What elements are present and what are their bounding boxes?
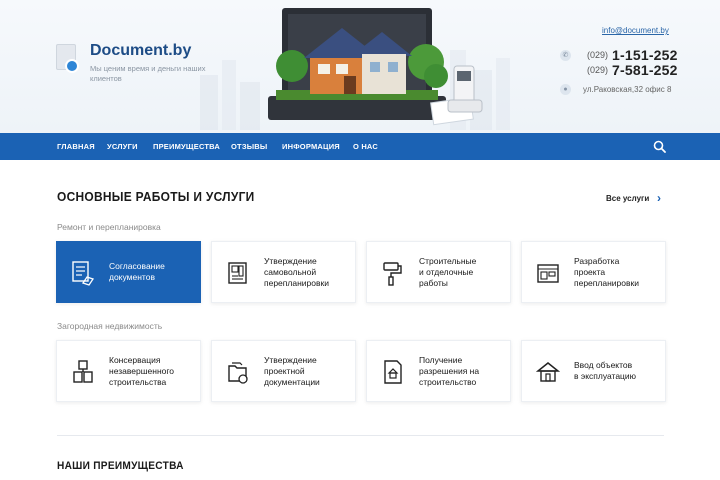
nav-item-advantages[interactable]: ПРЕИМУЩЕСТВА <box>153 133 220 160</box>
nav-item-services[interactable]: УСЛУГИ <box>107 133 138 160</box>
advantages-section-title: НАШИ ПРЕИМУЩЕСТВА <box>57 460 184 472</box>
service-card-label: Согласование документов <box>109 261 165 282</box>
service-card-label: Разработка проекта перепланировки <box>574 255 639 288</box>
all-services-link[interactable]: Все услуги <box>606 194 649 203</box>
phone-icon: ✆ <box>560 49 571 61</box>
logo-icon[interactable] <box>56 44 79 73</box>
nav-item-about[interactable]: О НАС <box>353 133 378 160</box>
project-docs-icon <box>228 362 248 384</box>
service-card-document-approval[interactable]: Согласование документов <box>56 241 201 303</box>
phone-row-1: ✆ (029) 1-151-252 <box>560 47 678 63</box>
group-label-country-property: Загородная недвижимость <box>57 321 163 331</box>
tagline: Мы ценим время и деньги наших клиентов <box>90 64 206 83</box>
paint-roller-icon <box>383 262 402 286</box>
house-commissioning-icon <box>536 362 560 382</box>
service-card-label: Консервация незавершенного строительства <box>109 354 175 387</box>
service-card-label: Утверждение проектной документации <box>264 354 320 387</box>
service-card-label: Утверждение самовольной перепланировки <box>264 255 329 288</box>
service-card-commissioning[interactable]: Ввод объектов в эксплуатацию <box>521 340 666 402</box>
location-pin-icon: ● <box>560 84 571 95</box>
phone-icon-placeholder <box>560 65 571 76</box>
construction-icon <box>73 360 93 383</box>
service-card-label: Ввод объектов в эксплуатацию <box>574 360 637 381</box>
service-card-unauthorized-replanning[interactable]: Утверждение самовольной перепланировки <box>211 241 356 303</box>
phone-row-2: (029) 7-581-252 <box>560 62 678 78</box>
chevron-right-icon[interactable]: › <box>657 191 661 205</box>
service-card-building-permit[interactable]: Получение разрешения на строительство <box>366 340 511 402</box>
service-card-project-docs-approval[interactable]: Утверждение проектной документации <box>211 340 356 402</box>
service-card-construction-finishing[interactable]: Строительные и отделочные работы <box>366 241 511 303</box>
search-icon[interactable] <box>653 140 666 153</box>
nav-item-home[interactable]: ГЛАВНАЯ <box>57 133 95 160</box>
building-permit-icon <box>384 360 402 384</box>
service-card-label: Строительные и отделочные работы <box>419 255 477 288</box>
address-row: ● ул.Раковская,32 офис 8 <box>560 84 671 95</box>
service-card-label: Получение разрешения на строительство <box>419 354 480 387</box>
phone-code: (029) <box>587 50 609 60</box>
service-card-conservation[interactable]: Консервация незавершенного строительства <box>56 340 201 402</box>
email-link[interactable]: info@document.by <box>602 26 669 35</box>
group-label-renovation: Ремонт и перепланировка <box>57 222 161 232</box>
main-navigation: ГЛАВНАЯ УСЛУГИ ПРЕИМУЩЕСТВА ОТЗЫВЫ ИНФОР… <box>0 133 720 160</box>
phone-number[interactable]: 1-151-252 <box>612 47 678 63</box>
phone-code: (029) <box>587 65 609 75</box>
floor-plan-icon <box>228 262 247 284</box>
service-card-replanning-project[interactable]: Разработка проекта перепланировки <box>521 241 666 303</box>
blueprint-icon <box>537 264 559 283</box>
site-header: Document.by Мы ценим время и деньги наши… <box>0 0 720 133</box>
nav-item-information[interactable]: ИНФОРМАЦИЯ <box>282 133 340 160</box>
phone-number[interactable]: 7-581-252 <box>612 62 678 78</box>
hero-house-illustration <box>268 8 483 126</box>
nav-item-reviews[interactable]: ОТЗЫВЫ <box>231 133 267 160</box>
services-section-title: ОСНОВНЫЕ РАБОТЫ И УСЛУГИ <box>57 189 255 204</box>
brand-name[interactable]: Document.by <box>90 42 191 60</box>
address-text: ул.Раковская,32 офис 8 <box>583 85 672 94</box>
section-divider <box>57 435 664 436</box>
documents-approval-icon <box>72 261 95 286</box>
